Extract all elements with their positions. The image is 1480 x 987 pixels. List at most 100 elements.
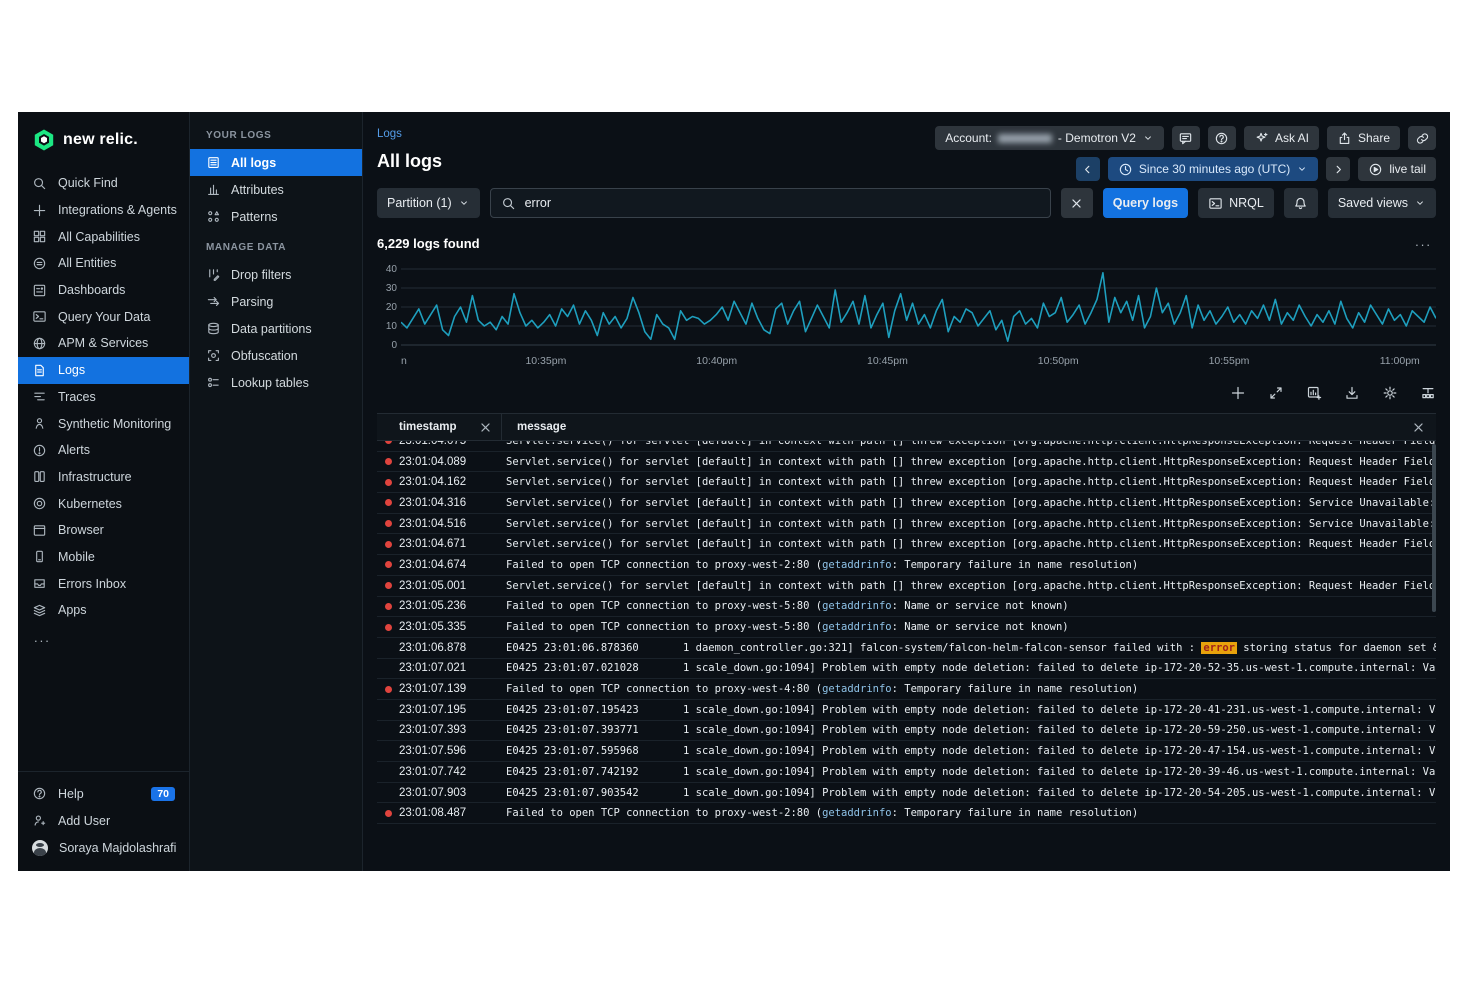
- log-timestamp: 23:01:07.021: [399, 662, 491, 674]
- subnav-item-data-partitions[interactable]: Data partitions: [190, 315, 362, 342]
- log-row[interactable]: 23:01:07.393E0425 23:01:07.393771 1 scal…: [377, 721, 1436, 742]
- sidebar-item-label: Browser: [58, 523, 104, 537]
- sidebar-item-errors-inbox[interactable]: Errors Inbox: [18, 570, 189, 597]
- sidebar-item-integrations-agents[interactable]: Integrations & Agents: [18, 197, 189, 224]
- breadcrumb[interactable]: Logs: [377, 112, 402, 140]
- remove-message-column-button[interactable]: [1411, 420, 1426, 435]
- log-row[interactable]: 23:01:08.487Failed to open TCP connectio…: [377, 803, 1436, 824]
- ask-ai-button[interactable]: Ask AI: [1244, 126, 1319, 150]
- sidebar-item-dashboards[interactable]: Dashboards: [18, 277, 189, 304]
- query-logs-button[interactable]: Query logs: [1103, 188, 1188, 218]
- expand-view-button[interactable]: [1268, 385, 1284, 401]
- time-range-picker[interactable]: Since 30 minutes ago (UTC): [1108, 157, 1318, 181]
- subnav-item-label: Drop filters: [231, 268, 291, 282]
- log-message: Servlet.service() for servlet [default] …: [491, 441, 1436, 447]
- log-message: E0425 23:01:07.021028 1 scale_down.go:10…: [491, 662, 1436, 674]
- nrql-button[interactable]: NRQL: [1198, 188, 1274, 218]
- chevron-down-icon: [1296, 163, 1308, 175]
- partition-selector[interactable]: Partition (1): [377, 188, 480, 218]
- sidebar-item-quick-find[interactable]: Quick Find: [18, 170, 189, 197]
- log-row[interactable]: 23:01:05.335Failed to open TCP connectio…: [377, 617, 1436, 638]
- log-row[interactable]: 23:01:07.195E0425 23:01:07.195423 1 scal…: [377, 700, 1436, 721]
- sidebar-item-mobile[interactable]: Mobile: [18, 544, 189, 571]
- sidebar-item-apps[interactable]: Apps: [18, 597, 189, 624]
- subnav-item-drop-filters[interactable]: Drop filters: [190, 261, 362, 288]
- new-relic-logo[interactable]: new relic.: [18, 112, 189, 170]
- footer-item-label: Soraya Majdolashrafi: [59, 841, 176, 855]
- log-row[interactable]: 23:01:07.742E0425 23:01:07.742192 1 scal…: [377, 762, 1436, 783]
- feedback-button[interactable]: [1172, 126, 1200, 150]
- log-timestamp: 23:01:07.393: [399, 724, 491, 736]
- live-tail-button[interactable]: live tail: [1358, 157, 1436, 181]
- message-column-header[interactable]: message: [502, 421, 1411, 433]
- sidebar-item-synthetic-monitoring[interactable]: Synthetic Monitoring: [18, 410, 189, 437]
- log-row[interactable]: 23:01:04.162Servlet.service() for servle…: [377, 472, 1436, 493]
- log-row[interactable]: 23:01:06.878E0425 23:01:06.878360 1 daem…: [377, 638, 1436, 659]
- search-input[interactable]: error: [490, 188, 1051, 218]
- clear-search-button[interactable]: [1061, 188, 1093, 218]
- log-row[interactable]: 23:01:07.139Failed to open TCP connectio…: [377, 679, 1436, 700]
- sidebar-item-kubernetes[interactable]: Kubernetes: [18, 490, 189, 517]
- log-row[interactable]: 23:01:04.671Servlet.service() for servle…: [377, 534, 1436, 555]
- play-icon: [1368, 162, 1383, 177]
- logs-chart-panel: 6,229 logs found ... 403020100 n10:35pm1…: [377, 236, 1436, 369]
- sidebar-item-alerts[interactable]: Alerts: [18, 437, 189, 464]
- sidebar-item-infrastructure[interactable]: Infrastructure: [18, 464, 189, 491]
- log-row[interactable]: 23:01:04.316Servlet.service() for servle…: [377, 493, 1436, 514]
- account-selector[interactable]: Account: - Demotron V2: [935, 126, 1164, 150]
- add-to-dashboard-button[interactable]: [1306, 385, 1322, 401]
- log-row[interactable]: 23:01:07.903E0425 23:01:07.903542 1 scal…: [377, 783, 1436, 804]
- log-row[interactable]: 23:01:04.075Servlet.service() for servle…: [377, 441, 1436, 452]
- subnav-item-all-logs[interactable]: All logs: [190, 149, 362, 176]
- nrql-label: NRQL: [1229, 196, 1264, 210]
- log-row[interactable]: 23:01:07.021E0425 23:01:07.021028 1 scal…: [377, 659, 1436, 680]
- settings-button[interactable]: [1382, 385, 1398, 401]
- chevron-left-icon: [1080, 162, 1095, 177]
- sidebar-item-label: Synthetic Monitoring: [58, 417, 171, 431]
- sidebar-more[interactable]: ...: [18, 624, 189, 651]
- table-view-options-button[interactable]: [1420, 385, 1436, 401]
- subnav-item-obfuscation[interactable]: Obfuscation: [190, 342, 362, 369]
- remove-timestamp-column-button[interactable]: [478, 420, 493, 435]
- saved-views-button[interactable]: Saved views: [1328, 188, 1436, 218]
- sidebar-footer-soraya-majdolashrafi[interactable]: Soraya Majdolashrafi: [18, 834, 189, 861]
- log-row[interactable]: 23:01:04.089Servlet.service() for servle…: [377, 452, 1436, 473]
- subnav-item-label: Data partitions: [231, 322, 312, 336]
- sidebar-item-query-your-data[interactable]: Query Your Data: [18, 303, 189, 330]
- table-scrollbar[interactable]: [1432, 444, 1436, 612]
- subnav-item-lookup-tables[interactable]: Lookup tables: [190, 369, 362, 396]
- log-message: E0425 23:01:07.742192 1 scale_down.go:10…: [491, 766, 1436, 778]
- log-row[interactable]: 23:01:04.674Failed to open TCP connectio…: [377, 555, 1436, 576]
- permalink-button[interactable]: [1408, 126, 1436, 150]
- subnav-item-parsing[interactable]: Parsing: [190, 288, 362, 315]
- sidebar-item-all-entities[interactable]: All Entities: [18, 250, 189, 277]
- log-row[interactable]: 23:01:07.596E0425 23:01:07.595968 1 scal…: [377, 741, 1436, 762]
- chart-plot-area[interactable]: [401, 267, 1436, 351]
- sidebar-item-logs[interactable]: Logs: [18, 357, 189, 384]
- error-level-dot: [377, 603, 399, 610]
- download-button[interactable]: [1344, 385, 1360, 401]
- sidebar-item-traces[interactable]: Traces: [18, 384, 189, 411]
- panel-menu-button[interactable]: ...: [1415, 234, 1432, 249]
- add-column-button[interactable]: [1230, 385, 1246, 401]
- log-row[interactable]: 23:01:05.236Failed to open TCP connectio…: [377, 597, 1436, 618]
- sidebar-footer-help[interactable]: Help70: [18, 780, 189, 807]
- sidebar-footer-add-user[interactable]: Add User: [18, 807, 189, 834]
- sidebar-item-all-capabilities[interactable]: All Capabilities: [18, 223, 189, 250]
- alert-condition-button[interactable]: [1284, 188, 1318, 218]
- getaddrinfo-term: getaddrinfo: [822, 683, 892, 695]
- share-button[interactable]: Share: [1327, 126, 1400, 150]
- log-row[interactable]: 23:01:05.001Servlet.service() for servle…: [377, 576, 1436, 597]
- log-row[interactable]: 23:01:04.516Servlet.service() for servle…: [377, 514, 1436, 535]
- sidebar-item-browser[interactable]: Browser: [18, 517, 189, 544]
- logs-subnav: YOUR LOGSAll logsAttributesPatternsMANAG…: [190, 112, 363, 871]
- subnav-item-attributes[interactable]: Attributes: [190, 176, 362, 203]
- help-button[interactable]: [1208, 126, 1236, 150]
- time-forward-button[interactable]: [1326, 157, 1350, 181]
- sidebar-item-apm-services[interactable]: APM & Services: [18, 330, 189, 357]
- subnav-item-patterns[interactable]: Patterns: [190, 203, 362, 230]
- help-icon: [1214, 131, 1229, 146]
- time-back-button[interactable]: [1076, 157, 1100, 181]
- timestamp-column-header[interactable]: timestamp: [399, 421, 478, 433]
- share-label: Share: [1358, 131, 1390, 145]
